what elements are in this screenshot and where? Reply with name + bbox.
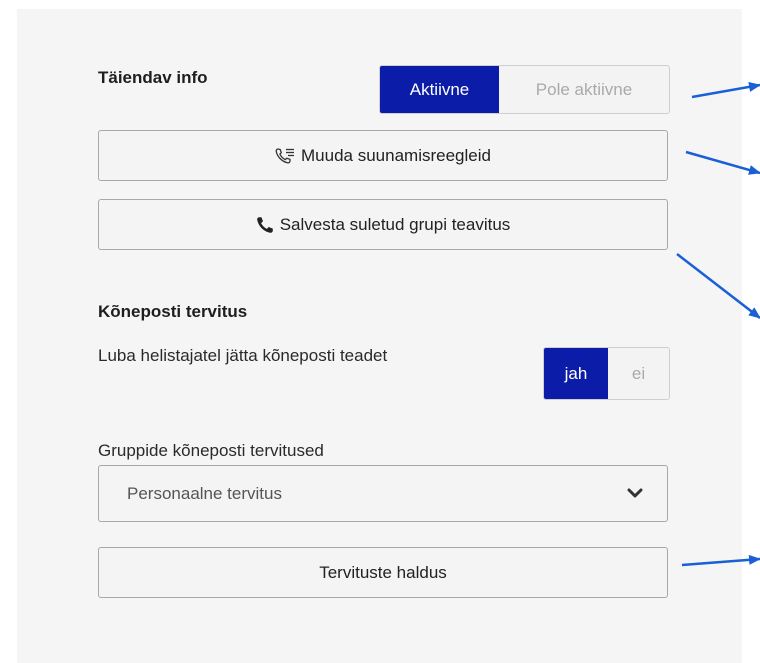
group-greetings-select[interactable]: Personaalne tervitus [98, 465, 668, 522]
save-closed-group-label: Salvesta suletud grupi teavitus [279, 214, 511, 234]
chevron-down-icon [627, 484, 643, 504]
group-greetings-label: Gruppide kõneposti tervitused [98, 441, 324, 460]
change-routing-label: Muuda suunamisreegleid [301, 145, 491, 165]
status-active-option[interactable]: Aktiivne [380, 66, 499, 113]
group-greetings-value: Personaalne tervitus [127, 483, 282, 503]
status-toggle: Aktiivne Pole aktiivne [379, 65, 670, 114]
manage-greetings-button[interactable]: Tervituste haldus [98, 547, 668, 598]
change-routing-button[interactable]: Muuda suunamisreegleid [98, 130, 668, 181]
status-inactive-option[interactable]: Pole aktiivne [499, 66, 669, 113]
additional-info-title: Täiendav info [98, 68, 208, 87]
allow-voicemail-no-option[interactable]: ei [608, 348, 669, 399]
manage-greetings-label: Tervituste haldus [319, 562, 447, 582]
voicemail-greeting-title: Kõneposti tervitus [98, 302, 248, 321]
allow-voicemail-label: Luba helistajatel jätta kõneposti teadet [98, 346, 388, 365]
call-forwarding-icon [275, 147, 295, 165]
allow-voicemail-toggle: jah ei [543, 347, 670, 400]
allow-voicemail-yes-option[interactable]: jah [544, 348, 608, 399]
phone-icon [256, 216, 274, 234]
save-closed-group-button[interactable]: Salvesta suletud grupi teavitus [98, 199, 668, 250]
